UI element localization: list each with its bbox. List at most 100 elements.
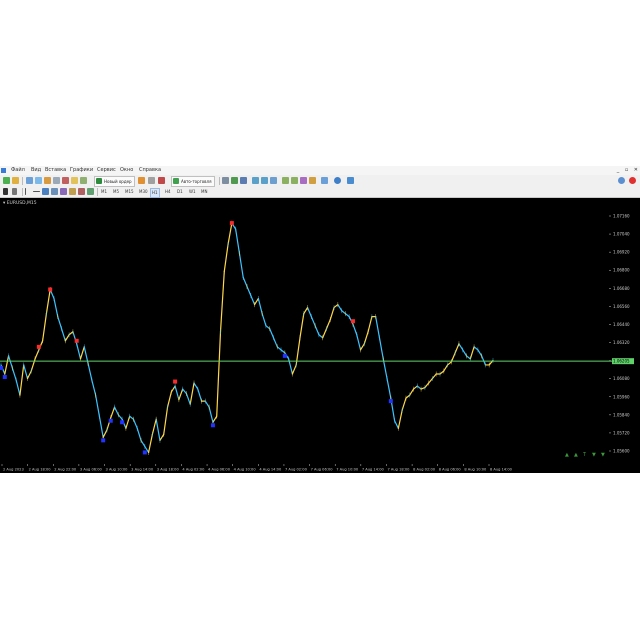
- minimize-button[interactable]: _: [617, 167, 620, 173]
- market-watch-icon[interactable]: [26, 177, 33, 184]
- price-axis-label: 1.05600: [613, 449, 630, 454]
- timeframe-m1[interactable]: M1: [100, 188, 108, 196]
- chart-symbol-title: ▾ EURUSD,M15: [3, 200, 37, 206]
- channel-icon[interactable]: [51, 188, 58, 195]
- timeframe-h1[interactable]: H1: [150, 188, 160, 198]
- resistance-marker: [48, 287, 53, 292]
- close-button[interactable]: ✕: [634, 167, 638, 173]
- trendline-icon[interactable]: [42, 188, 49, 195]
- support-marker: [282, 353, 287, 358]
- time-axis-label: 4 Aug 02:00: [182, 468, 205, 472]
- price-chart[interactable]: ▾ EURUSD,M15 1.07160 1.07040 1.06920 1.0680…: [0, 198, 640, 473]
- timeframe-d1[interactable]: D1: [176, 188, 184, 196]
- horizontal-line-icon[interactable]: [33, 191, 40, 192]
- navigator-icon[interactable]: [44, 177, 51, 184]
- toolbar-separator: [22, 177, 23, 185]
- new-order-button[interactable]: Новый ордер: [94, 176, 135, 187]
- time-axis-label: 8 Aug 14:00: [490, 468, 513, 472]
- menu-window[interactable]: Окно: [120, 166, 133, 175]
- time-axis-label: 3 Aug 10:00: [106, 468, 129, 472]
- time-axis-label: 4 Aug 06:00: [208, 468, 231, 472]
- time-axis-label: 4 Aug 14:00: [259, 468, 282, 472]
- market-icon[interactable]: [148, 177, 155, 184]
- menu-tools[interactable]: Сервис: [97, 166, 116, 175]
- meta-editor-icon[interactable]: [71, 177, 78, 184]
- timeframe-m15[interactable]: M15: [124, 188, 135, 196]
- timeframe-m30[interactable]: M30: [138, 188, 149, 196]
- indicators-icon[interactable]: [300, 177, 307, 184]
- toolbar-separator: [22, 188, 23, 196]
- community-icon[interactable]: [334, 177, 341, 184]
- label-icon[interactable]: [78, 188, 85, 195]
- profiles-icon[interactable]: [12, 177, 19, 184]
- templates-icon[interactable]: [321, 177, 328, 184]
- candlestick-icon[interactable]: [231, 177, 238, 184]
- support-marker: [120, 420, 125, 425]
- timeframe-w1[interactable]: W1: [188, 188, 197, 196]
- menu-file[interactable]: Файл: [11, 166, 25, 175]
- autoscroll-icon[interactable]: [282, 177, 289, 184]
- menu-insert[interactable]: Вставка: [45, 166, 66, 175]
- terminal-icon[interactable]: [53, 177, 60, 184]
- drawing-toolbar: M1 M5 M15 M30 H1 H4 D1 W1 MN: [0, 187, 640, 198]
- resistance-marker: [229, 221, 234, 226]
- menu-view[interactable]: Вид: [31, 166, 41, 175]
- corner-trade-mark: ▼: [592, 452, 596, 458]
- stop-icon[interactable]: [629, 177, 636, 184]
- time-axis-label: 3 Aug 06:00: [80, 468, 103, 472]
- time-axis-label: 3 Aug 18:00: [157, 468, 180, 472]
- price-axis-label: 1.06920: [613, 250, 630, 255]
- vertical-line-icon[interactable]: [25, 188, 26, 195]
- support-marker: [0, 365, 3, 370]
- menu-bar: Файл Вид Вставка Графики Сервис Окно Спр…: [0, 166, 640, 175]
- help-icon[interactable]: [618, 177, 625, 184]
- chart-shift-icon[interactable]: [291, 177, 298, 184]
- menu-help[interactable]: Справка: [139, 166, 161, 175]
- support-marker: [388, 399, 393, 404]
- data-window-icon[interactable]: [35, 177, 42, 184]
- time-axis-label: 7 Aug 10:00: [336, 468, 359, 472]
- time-axis-label: 2 Aug 2023: [3, 468, 24, 472]
- bar-chart-icon[interactable]: [222, 177, 229, 184]
- line-chart-icon[interactable]: [240, 177, 247, 184]
- new-order-icon: [96, 178, 102, 184]
- periods-icon[interactable]: [309, 177, 316, 184]
- fibonacci-icon[interactable]: [60, 188, 67, 195]
- new-chart-icon[interactable]: [3, 177, 10, 184]
- support-marker: [101, 438, 106, 443]
- corner-trade-mark: ▲: [565, 452, 569, 458]
- strategy-tester-icon[interactable]: [62, 177, 69, 184]
- menu-charts[interactable]: Графики: [70, 166, 93, 175]
- price-axis-label: 1.06440: [613, 322, 630, 327]
- time-axis-label: 7 Aug 06:00: [311, 468, 334, 472]
- crosshair-icon[interactable]: [12, 188, 17, 195]
- tile-windows-icon[interactable]: [270, 177, 277, 184]
- restore-button[interactable]: ▫: [625, 167, 628, 173]
- corner-trade-mark: ▼: [601, 452, 605, 458]
- time-axis-label: 2 Aug 22:00: [54, 468, 77, 472]
- support-marker: [108, 418, 113, 423]
- shapes-icon[interactable]: [87, 188, 94, 195]
- alerts-icon[interactable]: [158, 177, 165, 184]
- search-icon[interactable]: [347, 177, 354, 184]
- price-axis-label: 1.06560: [613, 304, 630, 309]
- cursor-icon[interactable]: [3, 188, 8, 195]
- price-axis-label: 1.06320: [613, 340, 630, 345]
- timeframe-mn[interactable]: MN: [200, 188, 208, 196]
- zoom-out-icon[interactable]: [261, 177, 268, 184]
- time-axis-label: 8 Aug 02:00: [413, 468, 436, 472]
- time-axis-label: 7 Aug 18:00: [387, 468, 410, 472]
- time-axis-label: 8 Aug 10:00: [464, 468, 487, 472]
- timeframe-h4[interactable]: H4: [164, 188, 172, 196]
- resistance-marker: [350, 319, 355, 324]
- time-axis-label: 3 Aug 14:00: [131, 468, 154, 472]
- signals-icon[interactable]: [138, 177, 145, 184]
- time-axis-label: 2 Aug 18:00: [29, 468, 52, 472]
- zoom-in-icon[interactable]: [252, 177, 259, 184]
- options-icon[interactable]: [80, 177, 87, 184]
- autotrading-icon: [173, 178, 179, 184]
- time-axis-label: 7 Aug 14:00: [362, 468, 385, 472]
- timeframe-m5[interactable]: M5: [112, 188, 120, 196]
- text-icon[interactable]: [69, 188, 76, 195]
- autotrading-button[interactable]: Авто-торговля: [171, 176, 215, 187]
